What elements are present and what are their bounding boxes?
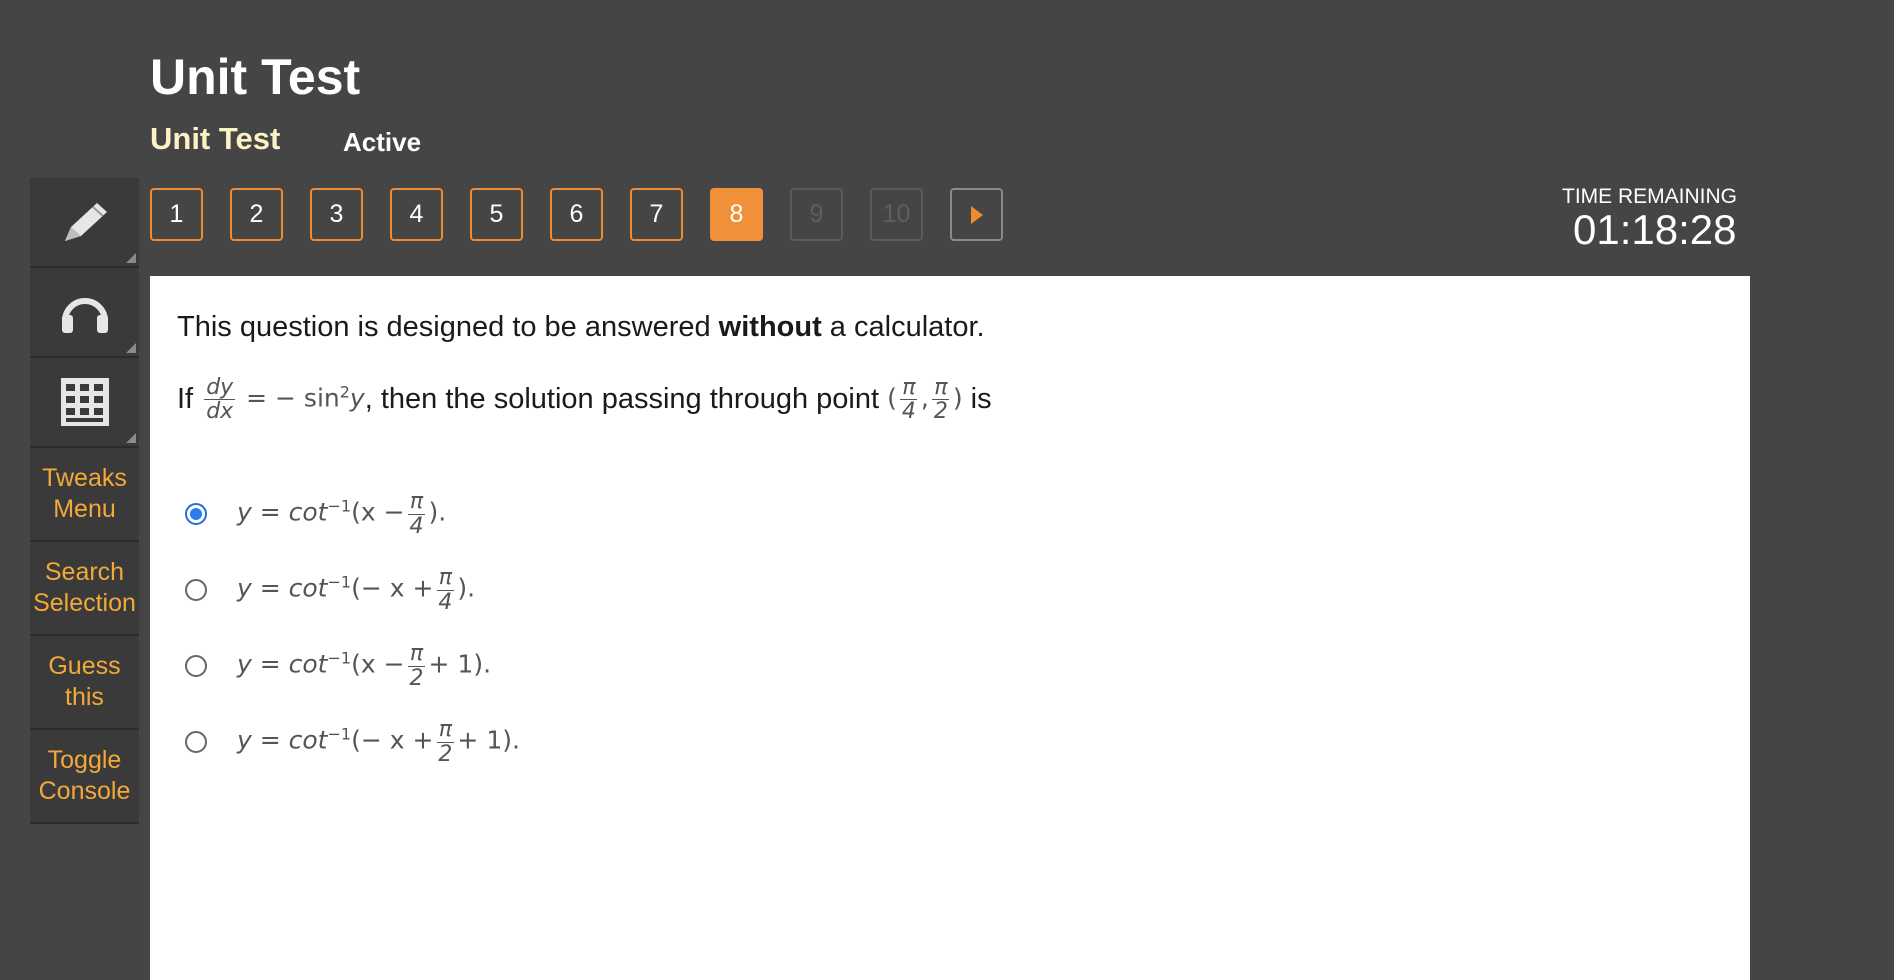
tweaks-menu-button[interactable]: Tweaks Menu xyxy=(30,448,139,542)
test-subtitle: Unit Test xyxy=(150,121,281,156)
pencil-icon xyxy=(64,203,107,241)
headphones-tool-button[interactable] xyxy=(30,268,139,358)
radio-button[interactable] xyxy=(185,579,207,601)
question-button-9: 9 xyxy=(790,188,843,241)
toggle-console-button[interactable]: Toggle Console xyxy=(30,730,139,824)
question-button-2[interactable]: 2 xyxy=(230,188,283,241)
question-button-4[interactable]: 4 xyxy=(390,188,443,241)
question-navigation: 1 2 3 4 5 6 7 8 9 10 xyxy=(150,188,1003,241)
time-remaining-value: 01:18:28 xyxy=(1573,206,1737,253)
question-instruction: This question is designed to be answered… xyxy=(177,311,985,343)
answer-options: y = cot−1(x − π 4). y = cot−1(− x + π 4). y … xyxy=(185,476,520,780)
answer-option-d[interactable]: y = cot−1(− x + π 2 + 1). xyxy=(185,704,520,780)
radio-button-selected[interactable] xyxy=(185,503,207,525)
answer-option-a[interactable]: y = cot−1(x − π 4). xyxy=(185,476,520,552)
question-button-8-current[interactable]: 8 xyxy=(710,188,763,241)
radio-button[interactable] xyxy=(185,655,207,677)
question-stem: If dy dx = − sin2y , then the solution pa… xyxy=(177,375,992,425)
differential-equation: dy dx = − sin2y xyxy=(204,375,365,425)
play-arrow-icon xyxy=(970,205,983,224)
search-selection-button[interactable]: Search Selection xyxy=(30,542,139,636)
guess-this-button[interactable]: Guess this xyxy=(30,636,139,730)
status-label: Active xyxy=(343,127,422,157)
answer-option-b[interactable]: y = cot−1(− x + π 4). xyxy=(185,552,520,628)
question-panel: This question is designed to be answered… xyxy=(150,276,1750,980)
question-button-7[interactable]: 7 xyxy=(630,188,683,241)
page-title: Unit Test xyxy=(150,49,361,105)
calculator-grid-icon xyxy=(60,378,109,426)
point-coordinates: (π 4, π 2) xyxy=(887,375,963,425)
calculator-tool-button[interactable] xyxy=(30,358,139,448)
question-button-3[interactable]: 3 xyxy=(310,188,363,241)
question-button-5[interactable]: 5 xyxy=(470,188,523,241)
tool-sidebar: Tweaks Menu Search Selection Guess this Tog… xyxy=(30,178,139,824)
next-question-button[interactable] xyxy=(950,188,1003,241)
pencil-tool-button[interactable] xyxy=(30,178,139,268)
radio-button[interactable] xyxy=(185,731,207,753)
question-button-1[interactable]: 1 xyxy=(150,188,203,241)
headphones-icon xyxy=(61,298,108,333)
question-button-10: 10 xyxy=(870,188,923,241)
answer-option-c[interactable]: y = cot−1(x − π 2 + 1). xyxy=(185,628,520,704)
question-button-6[interactable]: 6 xyxy=(550,188,603,241)
